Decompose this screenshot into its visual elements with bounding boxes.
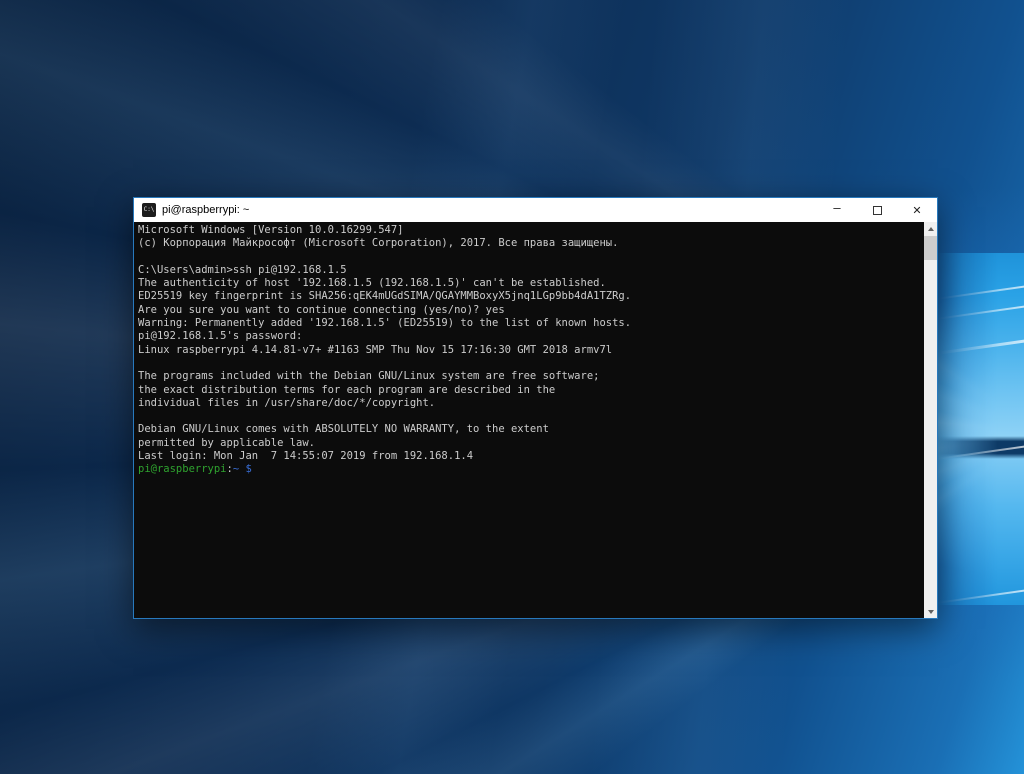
terminal-line: Are you sure you want to continue connec…	[138, 304, 924, 317]
scroll-down-icon	[928, 610, 934, 614]
scrollbar-down-button[interactable]	[924, 605, 937, 618]
terminal-line: the exact distribution terms for each pr…	[138, 384, 924, 397]
wallpaper-beam-line	[936, 442, 1024, 462]
terminal-line: C:\Users\admin>ssh pi@192.168.1.5	[138, 264, 924, 277]
close-icon: ✕	[912, 204, 921, 217]
cmd-icon: C:\	[142, 203, 156, 217]
window-controls: – ✕	[817, 198, 937, 222]
window-client-area: Microsoft Windows [Version 10.0.16299.54…	[134, 222, 937, 618]
wallpaper-beam-line	[936, 302, 1024, 322]
scrollbar-thumb[interactable]	[924, 236, 937, 260]
window-titlebar[interactable]: C:\ pi@raspberrypi: ~ – ✕	[134, 198, 937, 222]
minimize-button[interactable]: –	[817, 198, 857, 222]
terminal-line: Linux raspberrypi 4.14.81-v7+ #1163 SMP …	[138, 344, 924, 357]
maximize-icon	[873, 206, 882, 215]
scroll-up-icon	[928, 227, 934, 231]
terminal-line: pi@raspberrypi:~ $	[138, 463, 924, 476]
window-title: pi@raspberrypi: ~	[162, 204, 817, 216]
terminal-line: permitted by applicable law.	[138, 437, 924, 450]
close-button[interactable]: ✕	[897, 198, 937, 222]
terminal-line	[138, 357, 924, 370]
maximize-button[interactable]	[857, 198, 897, 222]
terminal-line: The authenticity of host '192.168.1.5 (1…	[138, 277, 924, 290]
wallpaper-beam-line	[936, 336, 1024, 357]
wallpaper-beam-line	[936, 282, 1024, 302]
terminal-line: Debian GNU/Linux comes with ABSOLUTELY N…	[138, 423, 924, 436]
terminal-line: Last login: Mon Jan 7 14:55:07 2019 from…	[138, 450, 924, 463]
terminal-window: C:\ pi@raspberrypi: ~ – ✕ Microsoft Wind…	[133, 197, 938, 619]
scrollbar-up-button[interactable]	[924, 222, 937, 235]
terminal-line: Warning: Permanently added '192.168.1.5'…	[138, 317, 924, 330]
wallpaper-beam-line	[936, 586, 1024, 605]
terminal-line: pi@192.168.1.5's password:	[138, 330, 924, 343]
scrollbar-track[interactable]	[924, 222, 937, 618]
terminal-line: individual files in /usr/share/doc/*/cop…	[138, 397, 924, 410]
wallpaper-window-glow	[936, 253, 1024, 605]
terminal-line: (c) Корпорация Майкрософт (Microsoft Cor…	[138, 237, 924, 250]
terminal-line: The programs included with the Debian GN…	[138, 370, 924, 383]
minimize-icon: –	[833, 203, 840, 213]
terminal-output[interactable]: Microsoft Windows [Version 10.0.16299.54…	[134, 222, 924, 618]
terminal-line	[138, 410, 924, 423]
terminal-line: ED25519 key fingerprint is SHA256:qEK4mU…	[138, 290, 924, 303]
terminal-line	[138, 251, 924, 264]
terminal-line: Microsoft Windows [Version 10.0.16299.54…	[138, 224, 924, 237]
